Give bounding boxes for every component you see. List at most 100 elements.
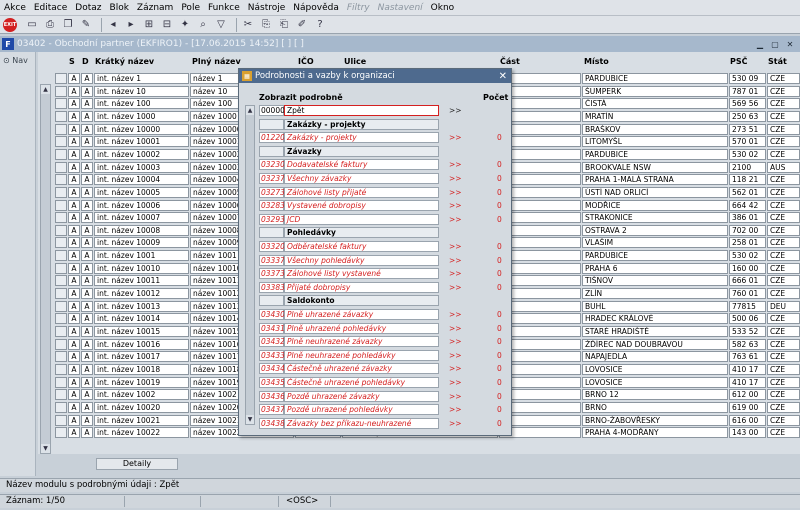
cell-sel[interactable] (55, 250, 67, 262)
module-name[interactable]: Odběratelské faktury (284, 241, 439, 252)
module-code[interactable]: 03432 (259, 336, 285, 348)
cell-short[interactable]: int. název 10017 (94, 351, 189, 363)
cell-psc[interactable]: 533 52 (729, 326, 766, 337)
cell-s[interactable]: A (68, 401, 80, 413)
module-name[interactable]: Částečně uhrazené pohledávky (284, 377, 439, 388)
cell-short[interactable]: int. název 10006 (94, 199, 189, 211)
dialog-list-item[interactable]: 00000 Zpět >> (259, 105, 507, 117)
cell-psc[interactable]: 616 00 (729, 414, 766, 426)
paste-icon[interactable]: ⎗ (277, 18, 291, 32)
module-name[interactable]: Závazky (284, 145, 439, 157)
module-code[interactable]: 03438 (259, 417, 285, 429)
module-code[interactable]: 03237 (259, 173, 285, 184)
cell-psc[interactable]: 612 00 (729, 389, 766, 401)
menu-item[interactable]: Dotaz (71, 3, 105, 13)
open-detail-arrow[interactable]: >> (449, 377, 462, 388)
cell-place[interactable]: ÚSTÍ NAD ORLICÍ (582, 186, 728, 198)
cell-psc[interactable]: 666 01 (729, 275, 766, 287)
filter-icon[interactable]: ▽ (214, 18, 228, 32)
cell-short[interactable]: int. název 10018 (94, 363, 189, 375)
module-code[interactable]: 03433 (259, 349, 285, 361)
cell-sel[interactable] (55, 161, 67, 173)
module-name[interactable]: Přijaté dobropisy (284, 281, 439, 293)
cell-short[interactable]: int. název 10004 (94, 174, 189, 186)
cell-sel[interactable] (55, 401, 67, 413)
cell-short[interactable]: int. název 10001 (94, 136, 189, 148)
cell-short[interactable]: int. název 10019 (94, 376, 189, 388)
open-detail-arrow[interactable]: >> (449, 309, 462, 320)
cell-sel[interactable] (55, 275, 67, 287)
cell-s[interactable]: A (68, 123, 80, 135)
cell-psc[interactable]: 562 01 (729, 186, 766, 198)
cell-short[interactable]: int. název 10003 (94, 161, 189, 173)
next-icon[interactable]: ▸ (124, 18, 138, 32)
cell-d[interactable]: A (81, 212, 93, 224)
menu-item[interactable]: Editace (30, 3, 71, 13)
cell-state[interactable]: CZE (767, 85, 800, 97)
previous-icon[interactable]: ◂ (106, 18, 120, 32)
cell-short[interactable]: int. název 10002 (94, 148, 189, 160)
cell-s[interactable]: A (68, 250, 80, 262)
dialog-list-item[interactable]: 03433 Plně neuhrazené pohledávky >> 0 (259, 349, 507, 362)
cell-state[interactable]: CZE (767, 212, 800, 224)
maximize-icon[interactable]: ▢ (770, 39, 780, 49)
cell-sel[interactable] (55, 85, 67, 97)
cell-d[interactable]: A (81, 363, 93, 375)
cell-d[interactable]: A (81, 262, 93, 274)
cell-psc[interactable]: 569 56 (729, 98, 766, 110)
cell-state[interactable]: CZE (767, 338, 800, 350)
cell-psc[interactable]: 763 61 (729, 351, 766, 363)
module-code[interactable] (259, 295, 284, 307)
cell-d[interactable]: A (81, 250, 93, 262)
cell-place[interactable]: PARDUBICE (582, 148, 728, 160)
cell-d[interactable]: A (81, 199, 93, 211)
cell-sel[interactable] (55, 262, 67, 274)
dialog-list-item[interactable]: 03373 Zálohové listy vystavené >> 0 (259, 268, 507, 280)
cell-place[interactable]: PARDUBICE (582, 73, 728, 84)
cell-state[interactable]: DEU (767, 300, 800, 312)
open-detail-arrow[interactable]: >> (449, 363, 462, 374)
cell-place[interactable]: BRNO (582, 401, 728, 413)
cell-state[interactable]: CZE (767, 148, 800, 160)
dialog-list-item[interactable]: 03293 JCD >> 0 (259, 213, 507, 226)
cell-place[interactable]: STRAKONICE (582, 212, 728, 224)
cell-short[interactable]: int. název 10014 (94, 313, 189, 325)
menu-item[interactable]: Pole (177, 3, 204, 13)
module-code[interactable]: 03293 (259, 213, 285, 225)
cell-d[interactable]: A (81, 186, 93, 198)
cell-state[interactable]: CZE (767, 376, 800, 388)
cell-psc[interactable]: 2100 (729, 161, 766, 173)
cell-place[interactable]: TIŠNOV (582, 275, 728, 287)
module-name[interactable]: Částečně uhrazené závazky (284, 363, 439, 375)
save-icon[interactable]: ▭ (25, 18, 39, 32)
menu-item[interactable]: Akce (0, 3, 30, 13)
module-name[interactable]: Pozdě uhrazené pohledávky (284, 404, 439, 416)
dialog-title-bar[interactable]: ▦ Podrobnosti a vazby k organizaci ✕ (239, 69, 511, 83)
module-code[interactable]: 03337 (259, 254, 285, 266)
open-detail-arrow[interactable]: >> (449, 214, 462, 225)
dialog-list-item[interactable]: 03230 Dodavatelské faktury >> 0 (259, 159, 507, 171)
cell-state[interactable]: CZE (767, 288, 800, 300)
cell-s[interactable]: A (68, 351, 80, 363)
cut-icon[interactable]: ✂ (241, 18, 255, 32)
cell-sel[interactable] (55, 338, 67, 350)
module-code[interactable]: 03437 (259, 404, 285, 416)
cell-state[interactable]: CZE (767, 186, 800, 198)
module-name[interactable]: Všechny pohledávky (284, 254, 439, 266)
cell-sel[interactable] (55, 376, 67, 388)
cell-s[interactable]: A (68, 275, 80, 287)
cell-s[interactable]: A (68, 110, 80, 122)
scroll-down-icon[interactable]: ▼ (41, 444, 50, 453)
cell-s[interactable]: A (68, 224, 80, 236)
cell-d[interactable]: A (81, 136, 93, 148)
cell-state[interactable]: CZE (767, 174, 800, 186)
cell-place[interactable]: ZLÍN (582, 288, 728, 300)
edit-icon[interactable]: ✐ (295, 18, 309, 32)
cell-psc[interactable]: 570 01 (729, 136, 766, 148)
module-name[interactable]: Zakázky - projekty (284, 118, 439, 130)
cell-s[interactable]: A (68, 288, 80, 300)
cell-short[interactable]: int. název 1000 (94, 110, 189, 122)
cell-sel[interactable] (55, 98, 67, 110)
cell-s[interactable]: A (68, 338, 80, 350)
cell-place[interactable]: HRADEC KRÁLOVÉ (582, 313, 728, 325)
